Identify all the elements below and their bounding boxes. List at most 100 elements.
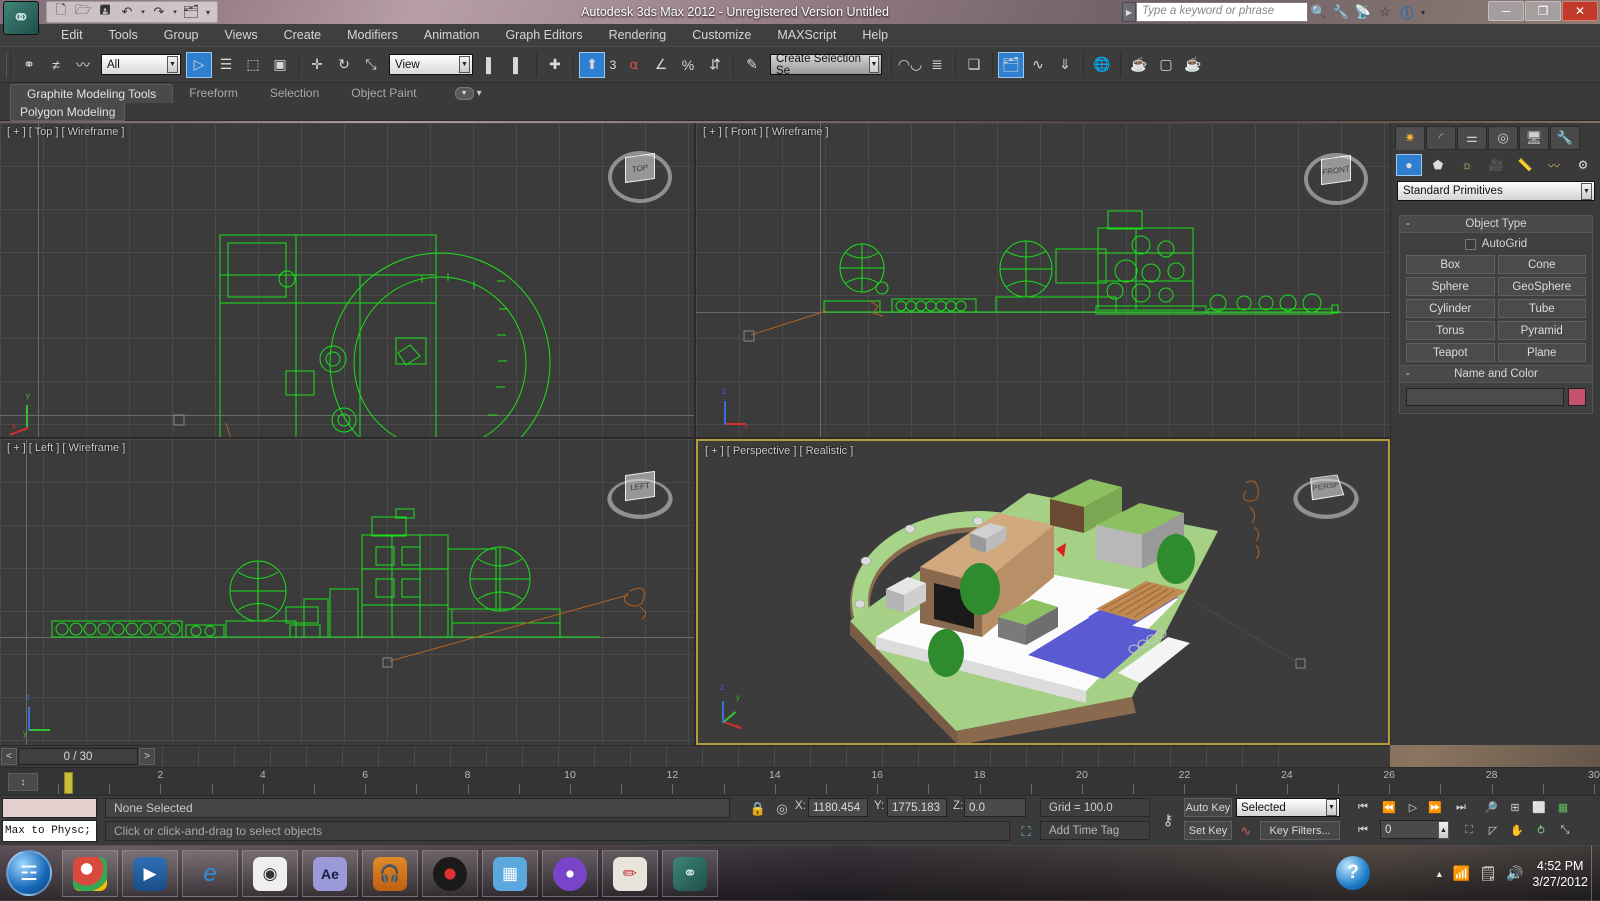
schematic-view-icon[interactable]: ⇓ xyxy=(1052,52,1078,78)
coord-field-y[interactable]: 1775.183 xyxy=(887,798,947,817)
rendered-frame-window-icon[interactable]: ▢ xyxy=(1153,52,1179,78)
rectangular-selection-region-icon[interactable]: ⬚ xyxy=(240,52,266,78)
utilities-tab[interactable]: 🔧 xyxy=(1550,126,1580,150)
restore-button[interactable]: ❐ xyxy=(1525,1,1561,21)
volume-icon[interactable]: 🔊 xyxy=(1506,865,1523,882)
open-file-icon[interactable]: 🗁 xyxy=(73,3,93,21)
maximize-viewport-toggle-icon[interactable]: ⤡ xyxy=(1554,821,1576,840)
menu-item-group[interactable]: Group xyxy=(151,24,212,46)
current-frame-input[interactable]: 0 xyxy=(1380,820,1446,839)
viewport-perspective[interactable]: PERSP z y x [ + ] [ Perspective ] [ Real… xyxy=(696,439,1390,745)
taskbar-after-effects[interactable]: Ae xyxy=(302,850,358,897)
favorite-star-icon[interactable]: ☆ xyxy=(1374,2,1396,22)
viewport-front[interactable]: FRONT z x [ + ] [ Front ] [ Wireframe ] xyxy=(696,123,1390,437)
object-name-input[interactable] xyxy=(1406,388,1564,406)
create-cylinder-button[interactable]: Cylinder xyxy=(1406,299,1495,318)
key-icon[interactable]: ⚷ xyxy=(1158,810,1178,830)
viewcube-left[interactable]: LEFT xyxy=(608,463,672,527)
spinner-snap-toggle-icon[interactable]: ⇵ xyxy=(702,52,728,78)
space-warps-category[interactable]: 〰 xyxy=(1541,154,1567,176)
previous-frame-icon[interactable]: ⏪ xyxy=(1378,798,1400,817)
zoom-all-icon[interactable]: ⊞ xyxy=(1504,798,1526,817)
mirror-icon[interactable]: ◠◡ xyxy=(897,52,923,78)
motion-tab[interactable]: ◎ xyxy=(1488,126,1518,150)
coord-field-z[interactable]: 0.0 xyxy=(964,798,1026,817)
shapes-category[interactable]: ⬟ xyxy=(1425,154,1451,176)
create-pyramid-button[interactable]: Pyramid xyxy=(1498,321,1587,340)
help-question-icon[interactable]: ⓘ xyxy=(1396,2,1418,22)
create-plane-button[interactable]: Plane xyxy=(1498,343,1587,362)
open-mini-curve-editor-icon[interactable]: ↕ xyxy=(8,773,38,791)
object-class-dropdown[interactable]: Standard Primitives ▼ xyxy=(1397,181,1595,201)
pan-view-icon[interactable]: ✋ xyxy=(1506,821,1528,840)
select-and-rotate-icon[interactable]: ↻ xyxy=(331,52,357,78)
minimize-button[interactable]: ─ xyxy=(1488,1,1524,21)
wrench-icon[interactable]: 🔧 xyxy=(1330,2,1352,22)
key-filters-button[interactable]: Key Filters... xyxy=(1260,821,1340,840)
help-orb-icon[interactable]: ? xyxy=(1336,856,1370,890)
use-selection-center-icon[interactable]: ▌ xyxy=(505,52,531,78)
viewport-label-perspective[interactable]: [ + ] [ Perspective ] [ Realistic ] xyxy=(705,445,853,457)
time-configuration-icon[interactable]: ⛶ xyxy=(1458,821,1480,840)
menu-item-modifiers[interactable]: Modifiers xyxy=(334,24,411,46)
windows-start-icon[interactable]: ☲ xyxy=(6,850,52,896)
frame-spinner-icon[interactable]: ▲ xyxy=(1438,821,1449,839)
maxscript-mini-listener[interactable] xyxy=(2,798,97,818)
taskbar-audacity[interactable]: 🎧 xyxy=(362,850,418,897)
selection-filter-dropdown[interactable]: All ▼ xyxy=(101,54,181,75)
select-and-move-icon[interactable]: ✛ xyxy=(304,52,330,78)
zoom-extents-icon[interactable]: ⬜ xyxy=(1528,798,1550,817)
tab-freeform[interactable]: Freeform xyxy=(173,84,254,103)
helpers-category[interactable]: 📏 xyxy=(1512,154,1538,176)
new-file-icon[interactable]: 🗋 xyxy=(51,3,71,21)
window-crossing-icon[interactable]: ▣ xyxy=(267,52,293,78)
create-sphere-button[interactable]: Sphere xyxy=(1406,277,1495,296)
create-geosphere-button[interactable]: GeoSphere xyxy=(1498,277,1587,296)
viewport-left[interactable]: LEFT z y [ + ] [ Left ] [ Wireframe ] xyxy=(0,439,694,745)
redo-icon[interactable]: ↷ xyxy=(149,3,169,21)
bind-to-space-warp-icon[interactable]: 〰 xyxy=(70,52,96,78)
render-production-icon[interactable]: ☕ xyxy=(1180,52,1206,78)
taskbar-3dsmax[interactable]: ⚭ xyxy=(662,850,718,897)
time-tag-icon[interactable]: ⛶ xyxy=(1016,822,1036,842)
snaps-toggle-icon[interactable]: ⬆ xyxy=(579,52,605,78)
maxscript-listener-text[interactable]: Max to Physc; xyxy=(2,820,97,842)
angle-snap-magnet-icon[interactable]: ⍺ xyxy=(621,52,647,78)
action-center-icon[interactable]: 🗒 xyxy=(1479,865,1497,882)
key-mode-dropdown[interactable]: Selected ▼ xyxy=(1236,798,1340,817)
select-and-link-icon[interactable]: ⚭ xyxy=(16,52,42,78)
close-button[interactable]: ✕ xyxy=(1562,1,1598,21)
rollout-header-name-and-color[interactable]: - Name and Color xyxy=(1400,366,1592,383)
taskbar-media-player[interactable]: ▶ xyxy=(122,850,178,897)
tab-graphite-modeling-tools[interactable]: Graphite Modeling Tools xyxy=(10,84,173,103)
menu-item-animation[interactable]: Animation xyxy=(411,24,493,46)
next-frame-icon[interactable]: ⏩ xyxy=(1424,798,1446,817)
current-frame-display[interactable]: 0 / 30 xyxy=(18,748,138,765)
angle-snap-toggle-icon[interactable]: ∠ xyxy=(648,52,674,78)
lights-category[interactable]: ☼ xyxy=(1454,154,1480,176)
previous-frame-button[interactable]: < xyxy=(1,748,17,765)
taskbar-media-disc[interactable] xyxy=(422,850,478,897)
time-slider-handle[interactable] xyxy=(64,772,73,794)
rollout-header-object-type[interactable]: - Object Type xyxy=(1400,216,1592,233)
go-to-end-icon[interactable]: ⏭ xyxy=(1450,798,1472,817)
menu-item-create[interactable]: Create xyxy=(271,24,335,46)
viewport-label-left[interactable]: [ + ] [ Left ] [ Wireframe ] xyxy=(7,442,125,454)
display-tab[interactable]: 🖥 xyxy=(1519,126,1549,150)
geometry-category[interactable]: ● xyxy=(1396,154,1422,176)
menu-item-help[interactable]: Help xyxy=(849,24,901,46)
create-cone-button[interactable]: Cone xyxy=(1498,255,1587,274)
application-menu-button[interactable]: ⚭ xyxy=(3,1,39,35)
select-and-scale-icon[interactable]: ⤡ xyxy=(358,52,384,78)
layer-manager-icon[interactable]: ❑ xyxy=(961,52,987,78)
taskbar-control-panel[interactable]: ▦ xyxy=(482,850,538,897)
taskbar-chrome[interactable] xyxy=(62,850,118,897)
create-tab[interactable]: ✷ xyxy=(1395,126,1425,150)
undo-icon[interactable]: ↶ xyxy=(117,3,137,21)
coord-field-x[interactable]: 1180.454 xyxy=(808,798,868,817)
named-selection-set-dropdown[interactable]: Create Selection Se ▼ xyxy=(770,54,882,75)
menu-item-graph-editors[interactable]: Graph Editors xyxy=(492,24,595,46)
edit-named-selection-sets-icon[interactable]: ✎ xyxy=(739,52,765,78)
next-frame-button[interactable]: > xyxy=(139,748,155,765)
zoom-extents-all-icon[interactable]: ▦ xyxy=(1552,798,1574,817)
